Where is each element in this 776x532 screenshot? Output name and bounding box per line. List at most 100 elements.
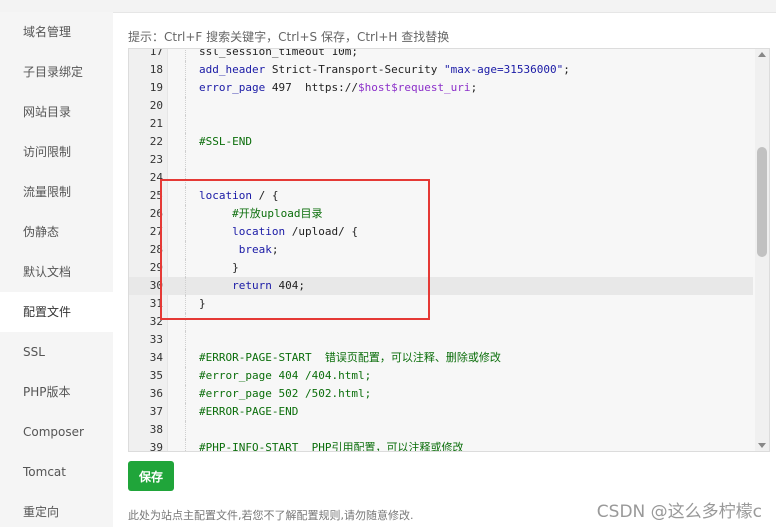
sidebar: 域名管理 子目录绑定 网站目录 访问限制 流量限制 伪静态 默认文档 配置文件 … (0, 12, 113, 527)
config-editor[interactable]: 17 ssl_session_timeout 10m; 18 add_header S… (128, 48, 770, 452)
indent-guide (185, 367, 186, 385)
sidebar-item-access-limit[interactable]: 访问限制 (0, 132, 113, 172)
code-line[interactable]: 28 break; (129, 241, 753, 259)
line-number: 32 (149, 315, 163, 328)
indent-guide (185, 79, 186, 97)
shortcut-hint: 提示：Ctrl+F 搜索关键字，Ctrl+S 保存，Ctrl+H 查找替换 (128, 30, 450, 44)
sidebar-item-redirect[interactable]: 重定向 (0, 492, 113, 532)
code-line[interactable]: 39 #PHP-INFO-START PHP引用配置，可以注释或修改 (129, 439, 753, 452)
sidebar-item-subdir[interactable]: 子目录绑定 (0, 52, 113, 92)
line-number: 33 (149, 333, 163, 346)
code-text: #error_page 502 /502.html; (199, 387, 372, 400)
code-text: } (199, 297, 206, 310)
line-number: 38 (149, 423, 163, 436)
config-warning-note: 此处为站点主配置文件,若您不了解配置规则,请勿随意修改. (128, 509, 414, 522)
code-line[interactable]: 38 (129, 421, 753, 439)
indent-guide (185, 331, 186, 349)
sidebar-item-tomcat[interactable]: Tomcat (0, 452, 113, 492)
indent-guide (185, 223, 186, 241)
code-line[interactable]: 25 location / { (129, 187, 753, 205)
sidebar-item-domain[interactable]: 域名管理 (0, 12, 113, 52)
code-line[interactable]: 17 ssl_session_timeout 10m; (129, 48, 753, 61)
line-number: 36 (149, 387, 163, 400)
sidebar-item-traffic-limit[interactable]: 流量限制 (0, 172, 113, 212)
code-line[interactable]: 20 (129, 97, 753, 115)
line-number: 39 (149, 441, 163, 452)
code-text: #error_page 404 /404.html; (199, 369, 372, 382)
top-bar (0, 0, 776, 13)
code-line[interactable]: 18 add_header Strict-Transport-Security "… (129, 61, 753, 79)
code-line[interactable]: 26 #开放upload目录 (129, 205, 753, 223)
line-number: 25 (149, 189, 163, 202)
line-number: 24 (149, 171, 163, 184)
line-number: 27 (149, 225, 163, 238)
line-number: 22 (149, 135, 163, 148)
code-line[interactable]: 29 } (129, 259, 753, 277)
code-text: #ERROR-PAGE-START 错误页配置，可以注释、删除或修改 (199, 351, 501, 364)
code-line[interactable]: 36 #error_page 502 /502.html; (129, 385, 753, 403)
code-line[interactable]: 37 #ERROR-PAGE-END (129, 403, 753, 421)
sidebar-item-default-doc[interactable]: 默认文档 (0, 252, 113, 292)
line-number: 19 (149, 81, 163, 94)
indent-guide (185, 205, 186, 223)
code-area[interactable]: 17 ssl_session_timeout 10m; 18 add_header S… (129, 48, 753, 452)
code-text: } (199, 261, 239, 274)
code-line[interactable]: 31} (129, 295, 753, 313)
sidebar-item-config-file[interactable]: 配置文件 (0, 292, 113, 332)
indent-guide (185, 241, 186, 259)
code-text: location / { (199, 189, 279, 202)
code-line[interactable]: 23 (129, 151, 753, 169)
code-text: #开放upload目录 (199, 207, 323, 220)
indent-guide (185, 295, 186, 313)
line-number: 17 (149, 48, 163, 58)
indent-guide (185, 259, 186, 277)
indent-guide (185, 187, 186, 205)
indent-guide (185, 439, 186, 451)
line-number: 18 (149, 63, 163, 76)
indent-guide (185, 385, 186, 403)
code-line[interactable]: 32 (129, 313, 753, 331)
code-line[interactable]: 22 #SSL-END (129, 133, 753, 151)
sidebar-item-ssl[interactable]: SSL (0, 332, 113, 372)
scroll-down-icon[interactable] (758, 443, 766, 448)
indent-guide (185, 421, 186, 439)
code-line[interactable]: 34 #ERROR-PAGE-START 错误页配置，可以注释、删除或修改 (129, 349, 753, 367)
line-number: 20 (149, 99, 163, 112)
code-line[interactable]: 27 location /upload/ { (129, 223, 753, 241)
indent-guide (185, 97, 186, 115)
sidebar-item-composer[interactable]: Composer (0, 412, 113, 452)
save-button[interactable]: 保存 (128, 461, 174, 491)
code-line[interactable]: 35 #error_page 404 /404.html; (129, 367, 753, 385)
editor-scrollbar[interactable] (755, 49, 769, 451)
code-line[interactable]: 24 (129, 169, 753, 187)
code-text: break; (238, 243, 279, 256)
scrollbar-thumb[interactable] (757, 147, 767, 257)
indent-guide (185, 115, 186, 133)
code-line[interactable]: 33 (129, 331, 753, 349)
sidebar-item-rewrite[interactable]: 伪静态 (0, 212, 113, 252)
indent-guide (185, 61, 186, 79)
code-text: location /upload/ { (232, 225, 358, 238)
code-line[interactable]: 21 (129, 115, 753, 133)
scroll-up-icon[interactable] (758, 52, 766, 57)
line-number: 31 (149, 297, 163, 310)
indent-guide (185, 403, 186, 421)
line-number: 35 (149, 369, 163, 382)
line-number: 28 (149, 243, 163, 256)
code-text: error_page 497 https://$host$request_uri… (199, 81, 478, 94)
code-text: return 404; (232, 279, 305, 292)
indent-guide (185, 133, 186, 151)
code-text: #ERROR-PAGE-END (199, 405, 299, 418)
line-number: 21 (149, 117, 163, 130)
line-number: 30 (149, 279, 163, 292)
sidebar-item-php-version[interactable]: PHP版本 (0, 372, 113, 412)
indent-guide (185, 49, 186, 61)
sidebar-item-site-dir[interactable]: 网站目录 (0, 92, 113, 132)
line-number: 34 (149, 351, 163, 364)
line-number: 26 (149, 207, 163, 220)
code-line[interactable]: 19 error_page 497 https://$host$request_u… (129, 79, 753, 97)
code-line[interactable]: 30 return 404; (129, 277, 753, 295)
line-number: 37 (149, 405, 163, 418)
watermark: CSDN @这么多柠檬c (596, 502, 762, 522)
indent-guide (185, 277, 186, 295)
